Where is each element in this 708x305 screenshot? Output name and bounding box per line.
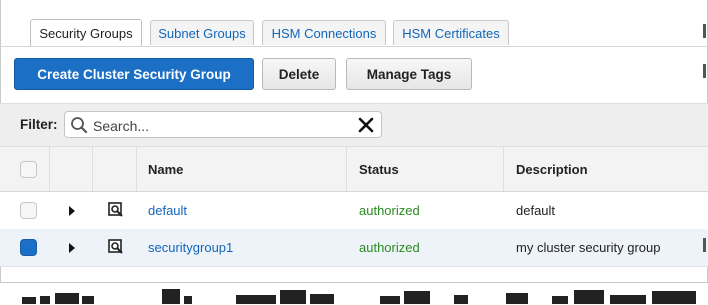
column-divider [92,147,93,191]
row-description: my cluster security group [516,240,661,255]
column-divider [346,147,347,191]
scroll-edge-marker [703,24,706,38]
close-icon[interactable] [356,115,376,135]
tab-label: HSM Certificates [402,25,500,41]
scroll-edge-marker [703,64,706,78]
tab-label: Security Groups [39,25,133,41]
create-cluster-security-group-button[interactable]: Create Cluster Security Group [14,58,254,90]
tab-hsm-connections[interactable]: HSM Connections [262,20,386,45]
column-divider [136,147,137,191]
row-checkbox-checked[interactable] [20,239,37,256]
column-divider [503,147,504,191]
tab-security-groups[interactable]: Security Groups [30,19,142,46]
table-header: Name Status Description [0,147,708,192]
column-divider [49,147,50,191]
manage-tags-button[interactable]: Manage Tags [346,58,472,90]
search-icon [71,117,88,134]
tab-hsm-certificates[interactable]: HSM Certificates [393,20,509,45]
cropped-text-fragment [22,289,696,304]
column-header-status[interactable]: Status [359,162,399,177]
tab-label: Subnet Groups [158,25,246,41]
create-button-label: Create Cluster Security Group [37,66,231,82]
tab-label: HSM Connections [271,25,377,41]
filter-bar: Filter: [0,103,708,147]
details-magnifier-icon[interactable] [108,239,124,255]
search-input[interactable] [91,115,345,136]
row-checkbox[interactable] [20,202,37,219]
delete-button[interactable]: Delete [262,58,336,90]
row-status: authorized [359,203,420,218]
tab-bar: Security Groups Subnet Groups HSM Connec… [0,0,708,47]
scroll-edge-marker [703,238,706,252]
row-name-link[interactable]: securitygroup1 [148,240,233,255]
filter-label: Filter: [20,117,58,132]
search-box[interactable] [64,111,382,138]
delete-button-label: Delete [278,66,320,82]
select-all-checkbox[interactable] [20,161,37,178]
table-row-selected[interactable]: securitygroup1 authorized my cluster sec… [0,229,708,267]
row-status: authorized [359,240,420,255]
tab-subnet-groups[interactable]: Subnet Groups [150,20,254,45]
column-header-description[interactable]: Description [516,162,588,177]
details-magnifier-icon[interactable] [108,202,124,218]
table-row[interactable]: default authorized default [0,192,708,230]
row-name-link[interactable]: default [148,203,187,218]
manage-tags-button-label: Manage Tags [366,66,452,82]
column-header-name[interactable]: Name [148,162,183,177]
row-description: default [516,203,556,218]
expand-arrow-icon[interactable] [68,243,76,253]
expand-arrow-icon[interactable] [68,206,76,216]
